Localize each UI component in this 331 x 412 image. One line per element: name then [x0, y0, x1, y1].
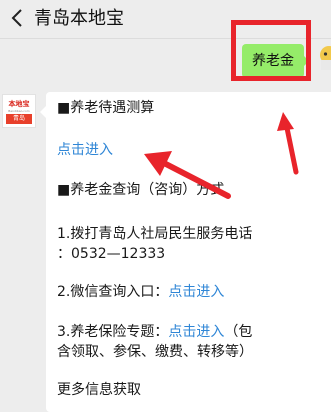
- query-item-2: 2.微信查询入口：点击进入: [57, 282, 224, 302]
- query-item-1-phone: ：0532—12333: [57, 246, 166, 262]
- query-item-3-label: 3.养老保险专题：: [57, 324, 169, 340]
- query-item-1: 1.拨打青岛人社局民生服务电话: [57, 226, 253, 242]
- section-title-pension-query: ■养老金查询（咨询）方式: [57, 182, 225, 198]
- query-item-3-detail: 含领取、参保、缴费、转移等）: [57, 344, 253, 360]
- link-pension-topic[interactable]: 点击进入: [168, 324, 224, 340]
- sender-avatar[interactable]: 本地宝 Bendibao.com 青岛: [2, 94, 36, 128]
- link-pension-calc[interactable]: 点击进入: [57, 140, 113, 160]
- query-item-3-suffix: （包: [224, 324, 253, 340]
- more-info: 更多信息获取: [57, 382, 141, 398]
- section-title-pension-calc: ■养老待遇测算: [57, 100, 155, 116]
- link-wechat-query[interactable]: 点击进入: [168, 284, 224, 300]
- user-avatar[interactable]: [318, 42, 331, 72]
- avatar-city-text: 青岛: [6, 114, 32, 124]
- annotation-highlight-box: [231, 20, 311, 81]
- query-item-2-label: 2.微信查询入口：: [57, 284, 169, 300]
- query-item-3: 3.养老保险专题：点击进入（包: [57, 322, 252, 342]
- avatar-site-text: Bendibao.com: [8, 109, 30, 113]
- chat-title: 青岛本地宝: [34, 8, 124, 29]
- chevron-left-icon[interactable]: [4, 5, 30, 31]
